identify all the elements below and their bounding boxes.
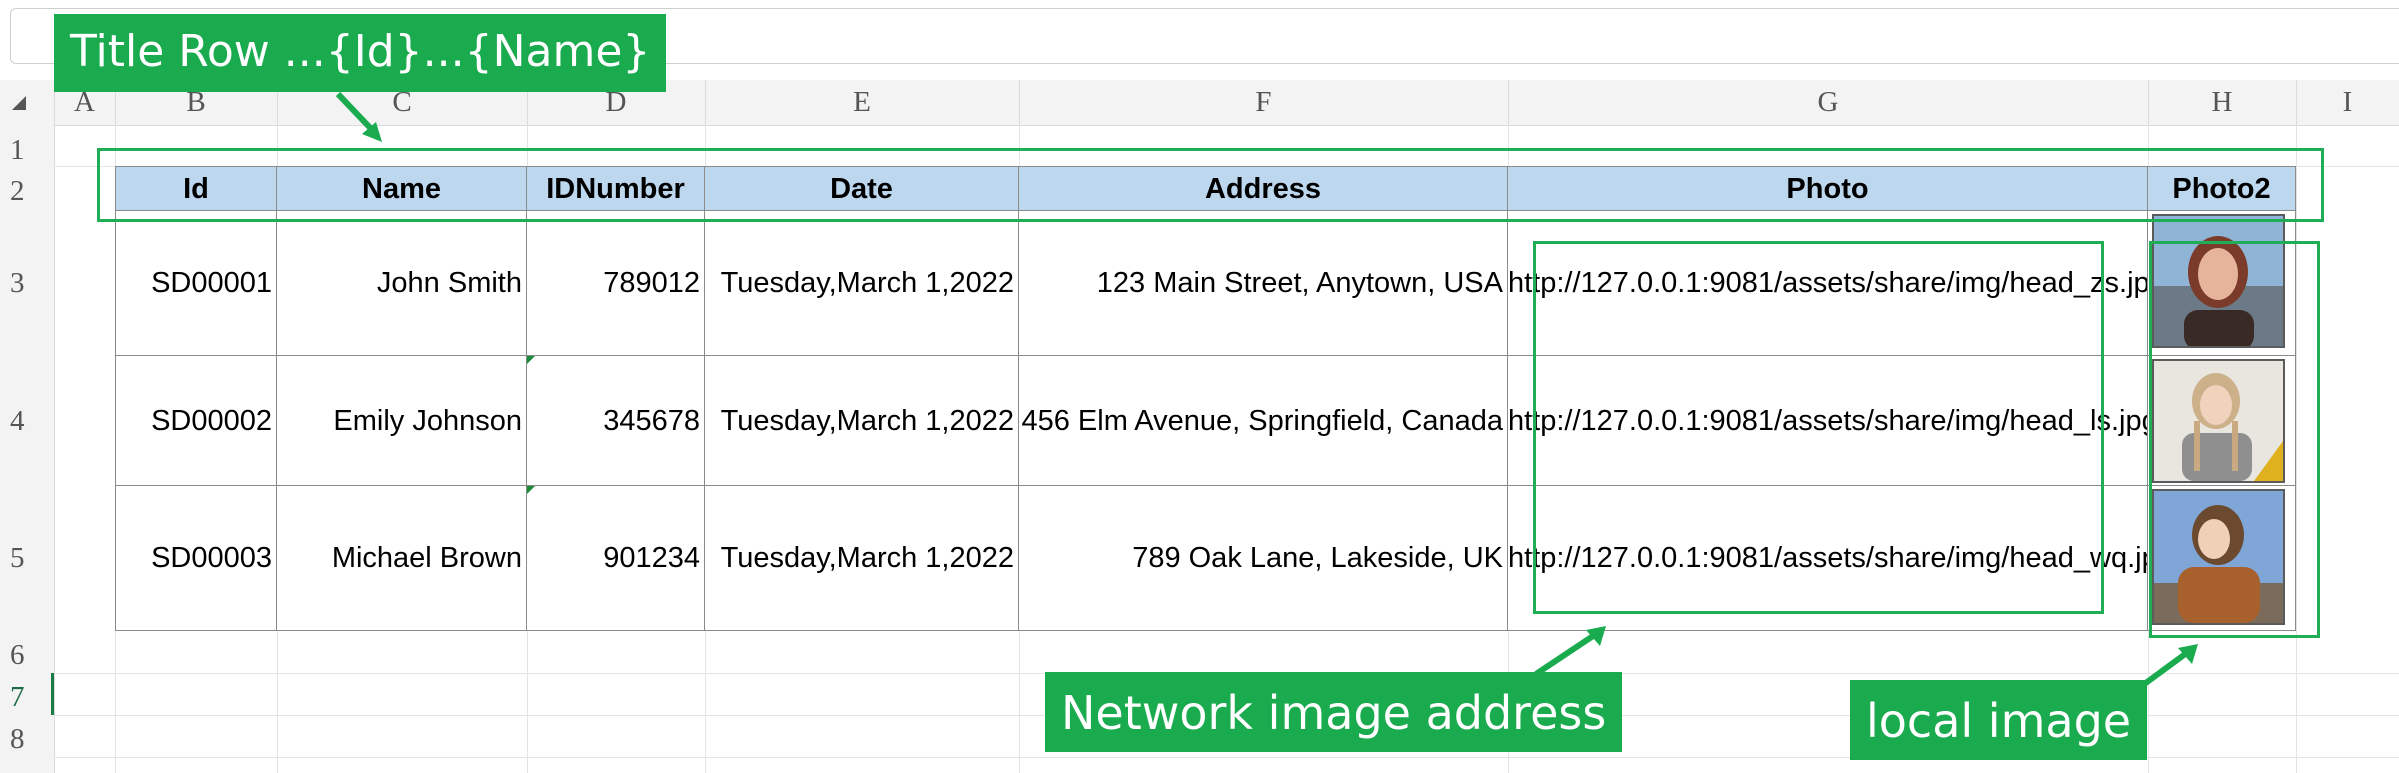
cell-text: 901234: [603, 542, 700, 574]
cell-text: Emily Johnson: [333, 405, 522, 437]
title-row-label: Title Row ...{Id}...{Name}: [54, 14, 667, 92]
cell-text: SD00001: [151, 267, 272, 299]
select-all-corner[interactable]: [0, 80, 54, 125]
column-header-f[interactable]: F: [1019, 80, 1508, 125]
cell-name[interactable]: Michael Brown: [277, 486, 527, 631]
row-header-3[interactable]: 3: [0, 211, 54, 356]
column-header-i[interactable]: I: [2296, 80, 2399, 125]
cell-text: 789 Oak Lane, Lakeside, UK: [1132, 542, 1503, 574]
cell-id[interactable]: SD00001: [115, 211, 277, 356]
cell-text: 345678: [603, 405, 700, 437]
row-header-4[interactable]: 4: [0, 356, 54, 486]
arrow-icon: [2126, 644, 2198, 699]
cell-text: SD00003: [151, 542, 272, 574]
row-header-2[interactable]: 2: [0, 166, 54, 211]
cell-id[interactable]: SD00003: [115, 486, 277, 631]
arrow-icon: [335, 91, 382, 142]
cell-text: 123 Main Street, Anytown, USA: [1096, 267, 1503, 299]
cell-text: Tuesday,March 1,2022: [720, 405, 1014, 437]
cell-date[interactable]: Tuesday,March 1,2022: [705, 486, 1019, 631]
column-header-h[interactable]: H: [2148, 80, 2296, 125]
comment-indicator: [527, 486, 535, 494]
network-image-label: Network image address: [1045, 672, 1623, 752]
cell-date[interactable]: Tuesday,March 1,2022: [705, 356, 1019, 486]
row-header-6[interactable]: 6: [0, 631, 54, 673]
cell-text: Michael Brown: [331, 542, 522, 574]
select-all-icon[interactable]: [12, 96, 26, 110]
cell-name[interactable]: John Smith: [277, 211, 527, 356]
row-header-7[interactable]: 7: [0, 673, 54, 715]
cell-text: 456 Elm Avenue, Springfield, Canada: [1021, 405, 1503, 437]
cell-text: SD00002: [151, 405, 272, 437]
cell-date[interactable]: Tuesday,March 1,2022: [705, 211, 1019, 356]
cell-text: 789012: [603, 267, 700, 299]
cell-address[interactable]: 123 Main Street, Anytown, USA: [1019, 211, 1508, 356]
cell-text: Tuesday,March 1,2022: [720, 542, 1014, 574]
cell-idnumber[interactable]: 901234: [527, 486, 705, 631]
row-header-1[interactable]: 1: [0, 125, 54, 166]
row-header-8[interactable]: 8: [0, 715, 54, 757]
network-image-highlight: [1533, 241, 2104, 614]
title-row-highlight: [97, 148, 2324, 222]
cell-text: Tuesday,March 1,2022: [720, 267, 1014, 299]
arrow-icon: [1534, 626, 1606, 677]
cell-address[interactable]: 789 Oak Lane, Lakeside, UK: [1019, 486, 1508, 631]
cell-id[interactable]: SD00002: [115, 356, 277, 486]
cell-idnumber[interactable]: 345678: [527, 356, 705, 486]
row-header-5[interactable]: 5: [0, 486, 54, 631]
column-header-g[interactable]: G: [1508, 80, 2148, 125]
local-image-highlight: [2149, 241, 2320, 638]
comment-indicator: [527, 356, 535, 364]
cell-name[interactable]: Emily Johnson: [277, 356, 527, 486]
local-image-label: local image: [1850, 680, 2148, 760]
cell-text: John Smith: [376, 267, 522, 299]
column-header-e[interactable]: E: [705, 80, 1019, 125]
cell-address[interactable]: 456 Elm Avenue, Springfield, Canada: [1019, 356, 1508, 486]
cell-idnumber[interactable]: 789012: [527, 211, 705, 356]
